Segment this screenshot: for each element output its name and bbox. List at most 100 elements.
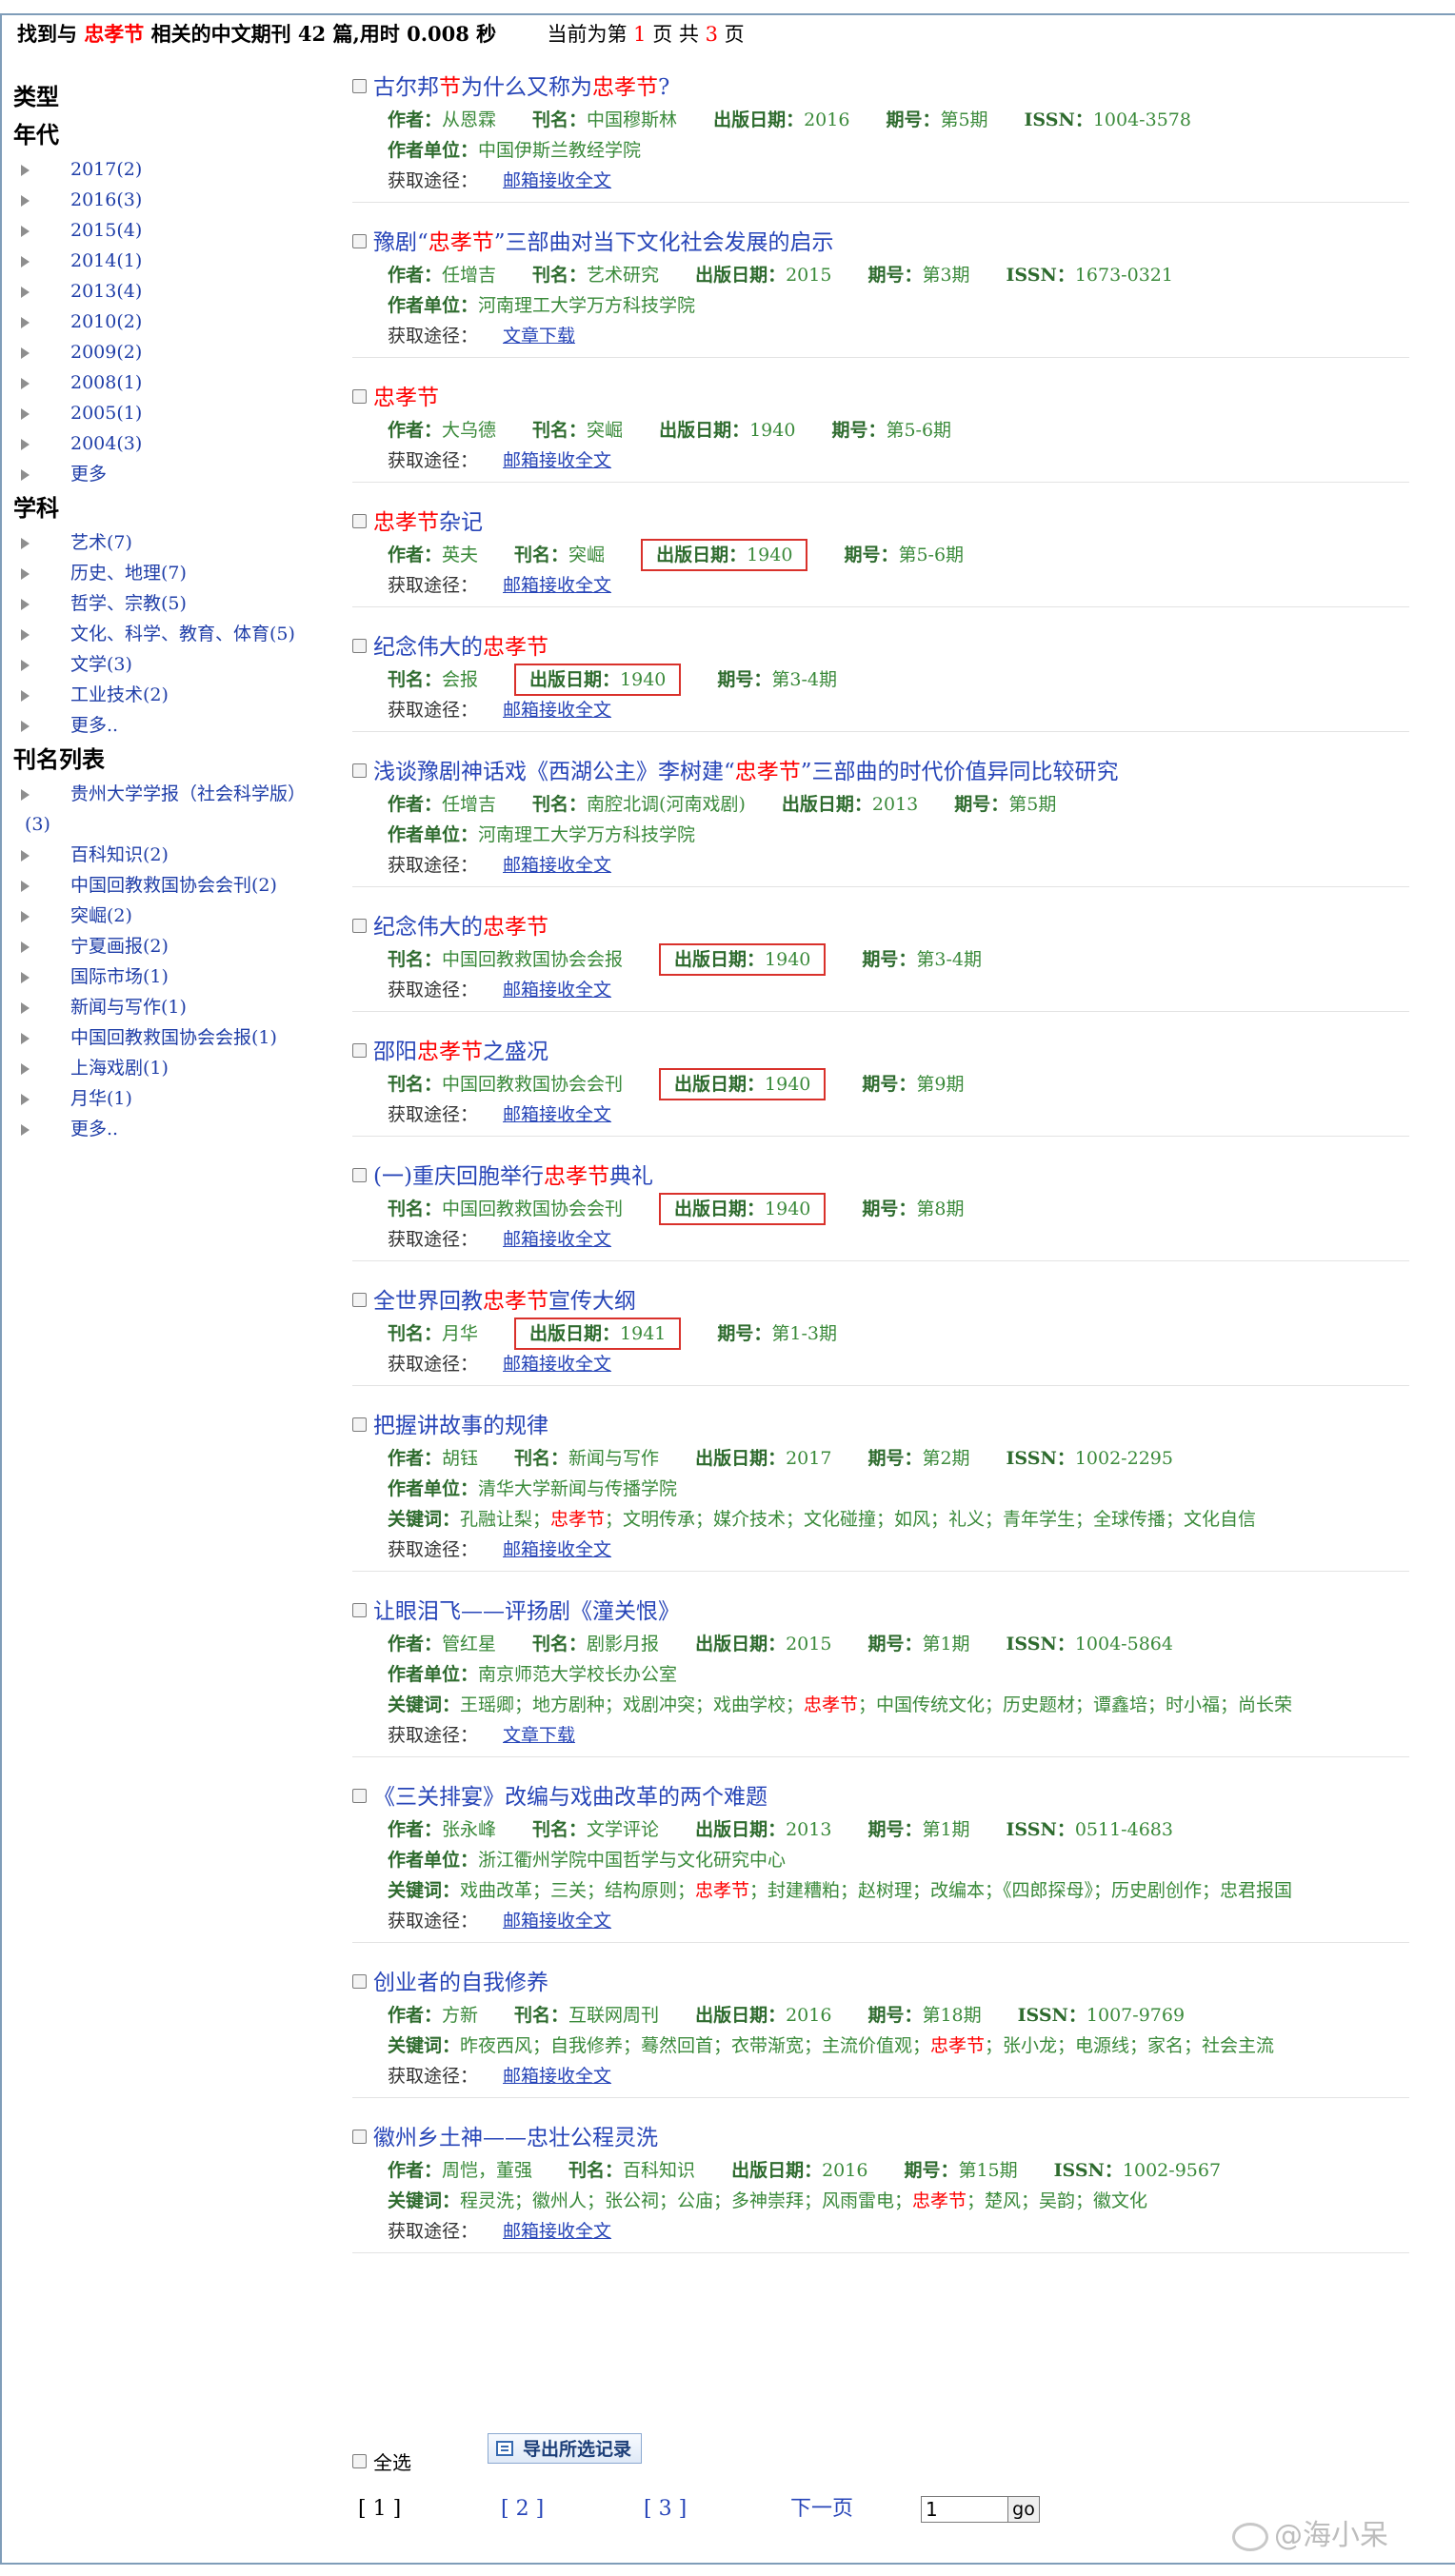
access-link[interactable]: 邮箱接收全文: [503, 1911, 611, 1932]
result-title[interactable]: 纪念伟大的忠孝节: [352, 910, 1409, 944]
record-checkbox[interactable]: [352, 79, 367, 93]
meta-issue: 期号：第5期: [886, 109, 987, 130]
meta-date-value: 1940: [765, 949, 811, 970]
result-title[interactable]: 浅谈豫剧神话戏《西湖公主》李树建“忠孝节”三部曲的时代价值异同比较研究: [352, 755, 1409, 789]
record-access: 获取途径： 邮箱接收全文: [352, 2216, 1409, 2247]
subject-filter-item[interactable]: 历史、地理(7): [13, 558, 339, 588]
journal-filter-item[interactable]: 新闻与写作(1): [13, 992, 339, 1022]
journal-more-link[interactable]: 更多..: [13, 1114, 339, 1144]
record-checkbox[interactable]: [352, 1293, 367, 1307]
journal-filter-item[interactable]: 宁夏画报(2): [13, 931, 339, 961]
journal-filter-item[interactable]: 突崛(2): [13, 901, 339, 931]
year-filter-item[interactable]: 2017(2): [13, 154, 339, 185]
result-title[interactable]: 邵阳忠孝节之盛况: [352, 1035, 1409, 1069]
access-link[interactable]: 邮箱接收全文: [503, 980, 611, 1001]
result-title[interactable]: 把握讲故事的规律: [352, 1409, 1409, 1443]
year-filter-item[interactable]: 2016(3): [13, 185, 339, 215]
result-title[interactable]: (一)重庆回胞举行忠孝节典礼: [352, 1159, 1409, 1194]
meta-date-label: 出版日期：: [674, 1199, 766, 1219]
journal-filter-item[interactable]: 上海戏剧(1): [13, 1053, 339, 1083]
access-link[interactable]: 邮箱接收全文: [503, 1539, 611, 1560]
access-link[interactable]: 文章下载: [503, 1725, 575, 1746]
goto-page-input[interactable]: [921, 2496, 1008, 2523]
subject-filter-item[interactable]: 艺术(7): [13, 527, 339, 558]
title-text: 创业者的自我修养: [373, 1971, 548, 1995]
result-title[interactable]: 豫剧“忠孝节”三部曲对当下文化社会发展的启示: [352, 226, 1409, 260]
record-checkbox[interactable]: [352, 1789, 367, 1803]
access-link[interactable]: 邮箱接收全文: [503, 855, 611, 876]
access-link[interactable]: 邮箱接收全文: [503, 700, 611, 721]
result-title[interactable]: 全世界回教忠孝节宣传大纲: [352, 1284, 1409, 1318]
access-link[interactable]: 邮箱接收全文: [503, 2221, 611, 2242]
export-selected-button[interactable]: 导出所选记录: [488, 2433, 643, 2464]
meta-journal-value: 中国回教救国协会会报: [442, 949, 624, 970]
year-filter-item[interactable]: 2008(1): [13, 367, 339, 398]
record-checkbox[interactable]: [352, 514, 367, 528]
select-all-checkbox[interactable]: [352, 2454, 367, 2468]
journal-filter-item[interactable]: 国际市场(1): [13, 961, 339, 992]
record-checkbox[interactable]: [352, 919, 367, 933]
result-title[interactable]: 创业者的自我修养: [352, 1966, 1409, 2000]
subject-filter-item[interactable]: 文化、科学、教育、体育(5): [13, 619, 339, 649]
record-checkbox[interactable]: [352, 1168, 367, 1182]
page-2-link[interactable]: [ 2 ]: [501, 2490, 544, 2528]
access-link[interactable]: 邮箱接收全文: [503, 1354, 611, 1375]
record-checkbox[interactable]: [352, 2130, 367, 2144]
journal-filter-item[interactable]: 贵州大学学报（社会科学版） (3): [13, 779, 339, 840]
year-more-link[interactable]: 更多: [13, 459, 339, 489]
year-filter-item[interactable]: 2010(2): [13, 307, 339, 337]
result-title[interactable]: 纪念伟大的忠孝节: [352, 630, 1409, 664]
select-all[interactable]: 全选: [352, 2447, 411, 2479]
record-checkbox[interactable]: [352, 763, 367, 778]
year-filter-item[interactable]: 2004(3): [13, 428, 339, 459]
year-filter-item[interactable]: 2015(4): [13, 215, 339, 246]
record-checkbox[interactable]: [352, 234, 367, 248]
journal-filter-item[interactable]: 中国回教救国协会会报(1): [13, 1022, 339, 1053]
meta-org-label: 作者单位：: [388, 140, 479, 161]
meta-date-value: 2016: [822, 2160, 868, 2181]
journal-filter-label: 贵州大学学报（社会科学版）: [70, 783, 307, 804]
go-button[interactable]: go: [1007, 2496, 1040, 2523]
journal-filter-item[interactable]: 中国回教救国协会会刊(2): [13, 870, 339, 901]
result-title[interactable]: 忠孝节杂记: [352, 505, 1409, 540]
record-access: 获取途径： 邮箱接收全文: [352, 570, 1409, 601]
year-filter-item[interactable]: 2013(4): [13, 276, 339, 307]
access-link[interactable]: 邮箱接收全文: [503, 450, 611, 471]
meta-issue-value: 第1期: [922, 1634, 970, 1655]
record-checkbox[interactable]: [352, 1417, 367, 1432]
record-checkbox[interactable]: [352, 639, 367, 653]
journal-filter-item-label: 突崛(2): [70, 905, 132, 926]
year-filter-item[interactable]: 2005(1): [13, 398, 339, 428]
meta-author: 作者：周恺，董强: [388, 2160, 532, 2181]
year-filter-item-label: 2016(3): [70, 189, 143, 210]
subject-more-link[interactable]: 更多..: [13, 710, 339, 741]
result-title[interactable]: 徽州乡土神——忠壮公程灵洗: [352, 2121, 1409, 2155]
access-link[interactable]: 文章下载: [503, 326, 575, 347]
journal-filter-item[interactable]: 百科知识(2): [13, 840, 339, 870]
access-link[interactable]: 邮箱接收全文: [503, 1229, 611, 1250]
expand-triangle-icon: [21, 347, 30, 359]
meta-journal-value: 中国回教救国协会会刊: [442, 1199, 624, 1219]
result-title[interactable]: 让眼泪飞——评扬剧《潼关恨》: [352, 1595, 1409, 1629]
record-access: 获取途径： 邮箱接收全文: [352, 446, 1409, 476]
record-checkbox[interactable]: [352, 1043, 367, 1058]
journal-filter-item[interactable]: 月华(1): [13, 1083, 339, 1114]
access-link[interactable]: 邮箱接收全文: [503, 1104, 611, 1125]
access-link[interactable]: 邮箱接收全文: [503, 575, 611, 596]
result-title[interactable]: 古尔邦节为什么又称为忠孝节?: [352, 70, 1409, 105]
meta-org-value: 中国伊斯兰教经学院: [478, 140, 642, 161]
subject-filter-item[interactable]: 哲学、宗教(5): [13, 588, 339, 619]
record-checkbox[interactable]: [352, 389, 367, 404]
page-3-link[interactable]: [ 3 ]: [644, 2490, 687, 2528]
year-filter-item[interactable]: 2014(1): [13, 246, 339, 276]
access-link[interactable]: 邮箱接收全文: [503, 2066, 611, 2087]
subject-filter-item[interactable]: 文学(3): [13, 649, 339, 680]
record-checkbox[interactable]: [352, 1603, 367, 1617]
result-title[interactable]: 《三关排宴》改编与戏曲改革的两个难题: [352, 1780, 1409, 1814]
result-title[interactable]: 忠孝节: [352, 381, 1409, 415]
year-filter-item[interactable]: 2009(2): [13, 337, 339, 367]
next-page-link[interactable]: 下一页: [790, 2490, 853, 2528]
subject-filter-item[interactable]: 工业技术(2): [13, 680, 339, 710]
record-checkbox[interactable]: [352, 1974, 367, 1989]
access-link[interactable]: 邮箱接收全文: [503, 170, 611, 191]
